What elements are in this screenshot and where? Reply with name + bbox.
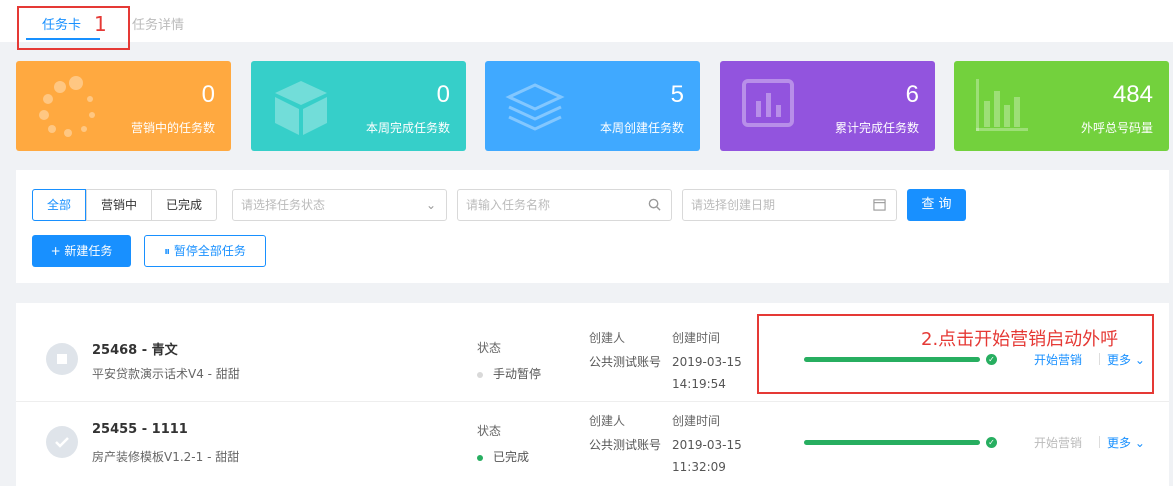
creator-header: 创建人 bbox=[589, 329, 625, 346]
new-task-button[interactable]: + 新建任务 bbox=[32, 235, 131, 267]
status-select[interactable]: 请选择任务状态 ⌄ bbox=[232, 189, 447, 221]
stat-label: 营销中的任务数 bbox=[131, 119, 215, 136]
spinner-icon bbox=[34, 75, 98, 139]
divider bbox=[1099, 436, 1100, 448]
creator-header: 创建人 bbox=[589, 412, 625, 429]
chart-box-icon bbox=[738, 75, 802, 139]
stat-label: 本周完成任务数 bbox=[366, 119, 450, 136]
time-header: 创建时间 bbox=[672, 329, 720, 346]
segment-completed[interactable]: 已完成 bbox=[151, 190, 216, 220]
task-subtitle: 房产装修模板V1.2-1 - 甜甜 bbox=[92, 448, 239, 465]
task-name-placeholder: 请输入任务名称 bbox=[466, 198, 550, 212]
stat-card-week-completed: 0 本周完成任务数 bbox=[251, 61, 466, 151]
stat-value: 0 bbox=[437, 81, 450, 109]
task-name-input[interactable]: 请输入任务名称 bbox=[457, 189, 672, 221]
calendar-icon bbox=[873, 198, 886, 211]
stat-value: 5 bbox=[671, 81, 684, 109]
annotation-box-1 bbox=[17, 6, 130, 50]
status-header: 状态 bbox=[477, 339, 501, 356]
layers-icon bbox=[503, 75, 567, 139]
task-status-text: 已完成 bbox=[493, 450, 529, 464]
pause-all-button[interactable]: ⏸ 暂停全部任务 bbox=[144, 235, 266, 267]
stat-label: 累计完成任务数 bbox=[835, 119, 919, 136]
task-row: 25455 - 1111 房产装修模板V1.2-1 - 甜甜 状态 已完成 创建… bbox=[16, 401, 1169, 483]
time-header: 创建时间 bbox=[672, 412, 720, 429]
create-date-picker[interactable]: 请选择创建日期 bbox=[682, 189, 897, 221]
stat-label: 外呼总号码量 bbox=[1081, 119, 1153, 136]
cube-icon bbox=[269, 75, 333, 139]
segment-all[interactable]: 全部 bbox=[32, 189, 86, 221]
check-icon: ✓ bbox=[986, 437, 997, 448]
task-status: 已完成 bbox=[477, 448, 529, 465]
stat-card-total-numbers: 484 外呼总号码量 bbox=[954, 61, 1169, 151]
task-creator: 公共测试账号 bbox=[589, 351, 667, 373]
task-title: 25468 - 青文 bbox=[92, 339, 178, 358]
stat-value: 6 bbox=[906, 81, 919, 109]
bar-chart-icon bbox=[972, 75, 1036, 139]
status-dot bbox=[477, 372, 483, 378]
status-header: 状态 bbox=[477, 422, 501, 439]
stat-card-week-created: 5 本周创建任务数 bbox=[485, 61, 700, 151]
search-icon bbox=[648, 198, 661, 211]
task-status-text: 手动暂停 bbox=[493, 367, 541, 381]
task-title: 25455 - 1111 bbox=[92, 422, 188, 437]
task-create-time: 2019-03-15 11:32:09 bbox=[672, 434, 762, 478]
tab-task-detail[interactable]: 任务详情 bbox=[132, 14, 184, 33]
stat-value: 0 bbox=[202, 81, 215, 109]
create-date-placeholder: 请选择创建日期 bbox=[691, 198, 775, 212]
annotation-number-1: 1 bbox=[94, 12, 107, 36]
task-progress-bar bbox=[804, 440, 980, 445]
stat-card-total-completed: 6 累计完成任务数 bbox=[720, 61, 935, 151]
stat-card-marketing: 0 营销中的任务数 bbox=[16, 61, 231, 151]
annotation-text-2: 2.点击开始营销启动外呼 bbox=[921, 325, 1118, 351]
task-creator: 公共测试账号 bbox=[589, 434, 667, 456]
check-status-icon bbox=[46, 426, 78, 458]
chevron-down-icon: ⌄ bbox=[426, 190, 436, 220]
status-select-placeholder: 请选择任务状态 bbox=[241, 198, 325, 212]
status-dot bbox=[477, 455, 483, 461]
more-dropdown[interactable]: 更多 ⌄ bbox=[1107, 434, 1145, 451]
segment-marketing[interactable]: 营销中 bbox=[86, 190, 151, 220]
stat-value: 484 bbox=[1113, 81, 1153, 109]
start-marketing-button-disabled: 开始营销 bbox=[1034, 434, 1082, 451]
status-segmented-control: 全部 营销中 已完成 bbox=[32, 189, 217, 221]
filter-panel: 全部 营销中 已完成 请选择任务状态 ⌄ 请输入任务名称 请选择创建日期 查 询… bbox=[16, 170, 1169, 283]
task-create-time: 2019-03-15 14:19:54 bbox=[672, 351, 762, 395]
stop-status-icon bbox=[46, 343, 78, 375]
tab-bar: 任务卡 任务详情 bbox=[0, 0, 1173, 42]
stat-label: 本周创建任务数 bbox=[600, 119, 684, 136]
task-status: 手动暂停 bbox=[477, 365, 541, 382]
task-subtitle: 平安贷款演示话术V4 - 甜甜 bbox=[92, 365, 240, 382]
query-button[interactable]: 查 询 bbox=[907, 189, 966, 221]
